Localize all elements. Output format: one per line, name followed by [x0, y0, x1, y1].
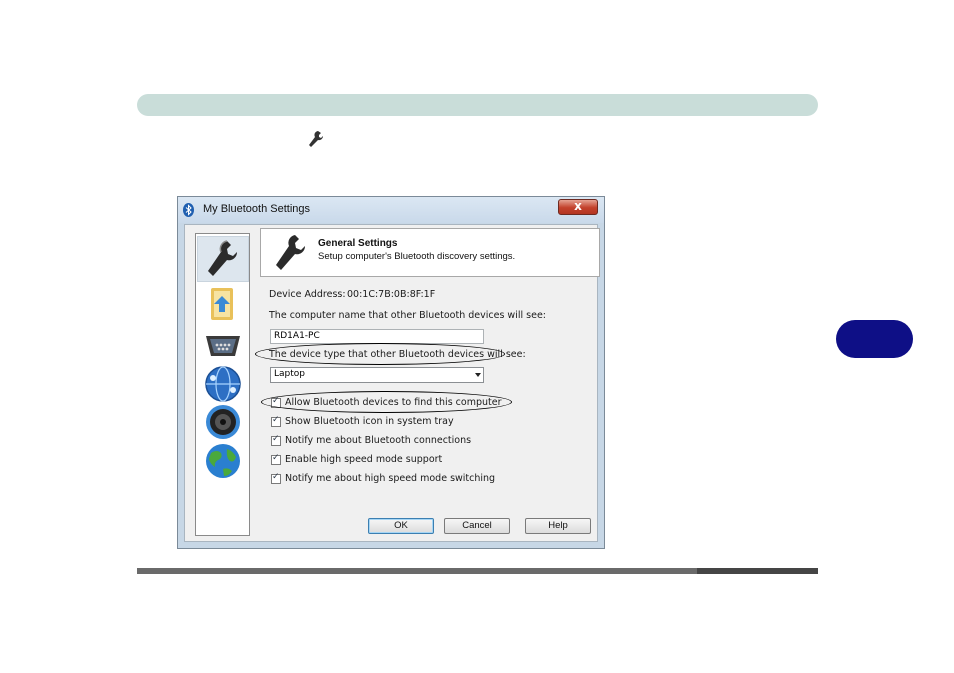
page-header-band: [137, 94, 818, 116]
ok-button[interactable]: OK: [368, 518, 434, 534]
sidebar-item-internet[interactable]: [203, 441, 243, 481]
sidebar-item-serial-port[interactable]: [203, 326, 243, 366]
folder-icon: [211, 288, 233, 320]
highlight-ellipse: [255, 343, 505, 365]
client-area: General Settings Setup computer's Blueto…: [184, 224, 600, 542]
cancel-button[interactable]: Cancel: [444, 518, 510, 534]
sidebar-item-network[interactable]: [203, 364, 243, 404]
serial-port-icon: [206, 336, 240, 356]
bluetooth-settings-window: My Bluetooth Settings x General Settings…: [177, 196, 605, 549]
help-button[interactable]: Help: [525, 518, 591, 534]
page-subtitle: Setup computer's Bluetooth discovery set…: [318, 251, 516, 262]
chapter-tab: [836, 320, 913, 358]
sidebar: [195, 233, 250, 536]
computer-name-label: The computer name that other Bluetooth d…: [269, 310, 546, 321]
speaker-icon: [206, 405, 240, 439]
wrench-icon: [276, 235, 306, 270]
device-address-value: 00:1C:7B:0B:8F:1F: [347, 289, 436, 300]
page-title: General Settings: [318, 238, 398, 249]
option-label: Enable high speed mode support: [285, 454, 443, 465]
bluetooth-icon: [183, 203, 194, 217]
checkbox[interactable]: [271, 472, 281, 484]
sidebar-item-audio[interactable]: [203, 402, 243, 442]
wrench-icon: [309, 131, 324, 147]
checkbox[interactable]: [271, 434, 281, 446]
settings-header: General Settings Setup computer's Blueto…: [260, 228, 600, 277]
device-address-label: Device Address:: [269, 289, 346, 300]
close-button[interactable]: x: [558, 199, 598, 215]
title-bar: My Bluetooth Settings x: [178, 197, 604, 223]
checkbox[interactable]: [271, 415, 281, 427]
highlight-ellipse: [261, 391, 512, 413]
sidebar-item-file-transfer[interactable]: [203, 284, 243, 324]
option-label: Notify me about Bluetooth connections: [285, 435, 472, 446]
sidebar-item-general[interactable]: [197, 236, 249, 282]
close-icon: x: [574, 199, 582, 213]
computer-name-input[interactable]: RD1A1-PC: [270, 329, 484, 344]
device-type-value: Laptop: [274, 369, 305, 379]
earth-globe-icon: [206, 444, 240, 478]
option-label: Show Bluetooth icon in system tray: [285, 416, 454, 427]
network-globe-icon: [205, 366, 241, 402]
checkbox[interactable]: [271, 453, 281, 465]
wrench-icon: [208, 240, 238, 276]
chevron-down-icon: [475, 373, 481, 377]
option-label: Notify me about high speed mode switchin…: [285, 473, 496, 484]
device-type-select[interactable]: Laptop: [270, 367, 484, 383]
window-title: My Bluetooth Settings: [203, 203, 311, 215]
page-footer-rule: [137, 568, 818, 574]
